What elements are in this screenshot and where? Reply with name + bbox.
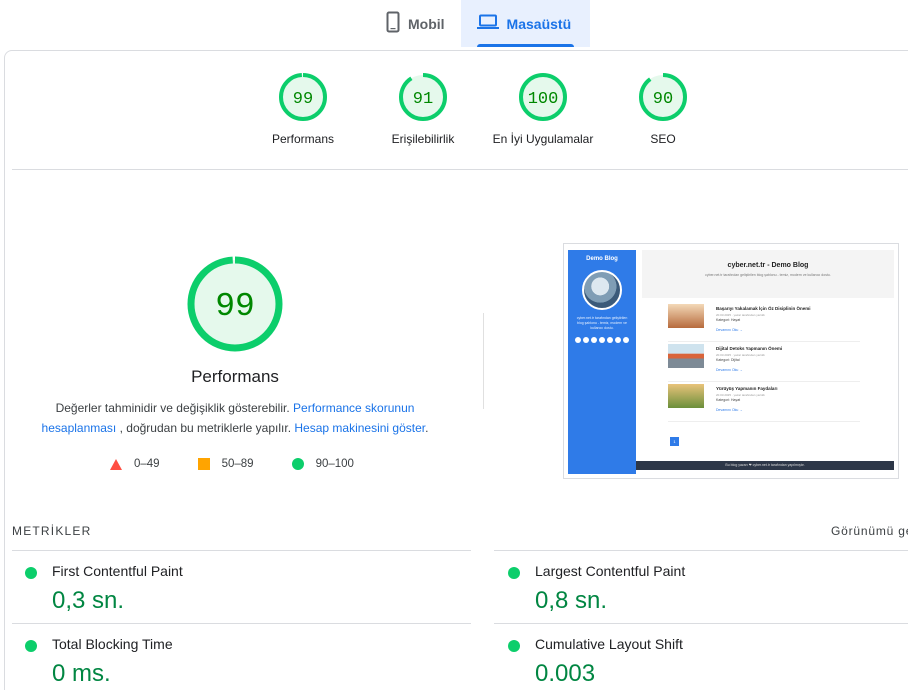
gauge-label: Performans	[271, 132, 335, 146]
gauge-seo[interactable]: 90 SEO	[598, 72, 728, 146]
post-meta: 20.03.2025 · yazar tarafından yazıldı	[716, 353, 765, 357]
metric-divider	[494, 550, 908, 551]
metric-name: Cumulative Layout Shift	[535, 636, 683, 652]
metric-name: First Contentful Paint	[52, 563, 183, 579]
gauge-ring: 90	[639, 73, 687, 121]
circle-icon	[291, 458, 304, 470]
screenshot-sidebar-desc: cyber.net.tr tarafından geliştirilen blo…	[576, 316, 628, 330]
final-screenshot[interactable]: Demo Blog cyber.net.tr tarafından gelişt…	[563, 243, 899, 479]
social-icons	[568, 337, 636, 343]
metric-divider	[12, 550, 471, 551]
pass-circle-icon	[508, 567, 520, 579]
post-category: Kategori: Hayat	[716, 318, 741, 322]
post-category: Kategori: Dijital	[716, 358, 740, 362]
gauge-label: SEO	[650, 132, 676, 146]
section-divider	[12, 169, 908, 170]
pass-circle-icon	[25, 567, 37, 579]
score-gauges: 99 Performans 91 Erişilebilirlik 100 En …	[0, 72, 908, 162]
metric-name: Total Blocking Time	[52, 636, 173, 652]
desc-text: .	[425, 421, 429, 435]
gauge-ring: 99	[187, 256, 283, 352]
performance-description: Değerler tahminidir ve değişiklik göster…	[30, 398, 440, 438]
laptop-icon	[476, 14, 499, 33]
gauge-label: En İyi Uygulamalar	[492, 132, 594, 146]
post-thumbnail	[668, 384, 704, 408]
legend-label: 90–100	[315, 458, 354, 470]
legend-item-pass: 90–100	[291, 458, 354, 470]
tab-mobile-label: Mobil	[408, 15, 445, 32]
metric-value: 0,8 sn.	[535, 587, 608, 614]
post-title: Dijital Detoks Yapmanın Önemi	[716, 346, 783, 351]
pass-circle-icon	[25, 640, 37, 652]
tab-desktop-label: Masaüstü	[506, 15, 572, 32]
legend-label: 50–89	[221, 458, 254, 470]
metrics-heading: METRİKLER	[12, 524, 92, 538]
gauge-ring: 91	[399, 73, 447, 121]
post-meta: 20.03.2025 · yazar tarafından yazıldı	[716, 393, 765, 397]
post-read-more: Devamını Oku →	[716, 328, 743, 332]
screenshot-post: Dijital Detoks Yapmanın Önemi 20.03.2025…	[668, 344, 860, 382]
legend-label: 0–49	[134, 458, 160, 470]
post-read-more: Devamını Oku →	[716, 368, 743, 372]
desc-text: Değerler tahminidir ve değişiklik göster…	[55, 401, 290, 415]
metric-name: Largest Contentful Paint	[535, 563, 686, 579]
desc-text: , doğrudan bu metriklerle yapılır.	[119, 421, 292, 435]
metric-value: 0,3 sn.	[52, 587, 125, 614]
tab-mobile[interactable]: Mobil	[370, 0, 461, 47]
screenshot-header-subtitle: cyber.net.tr tarafından geliştirilen blo…	[705, 273, 831, 277]
legend-item-average: 50–89	[197, 458, 254, 470]
gauge-ring: 99	[279, 73, 327, 121]
gauge-best-practices[interactable]: 100 En İyi Uygulamalar	[478, 72, 608, 146]
triangle-icon	[110, 458, 122, 470]
gauge-accessibility[interactable]: 91 Erişilebilirlik	[358, 72, 488, 146]
gauge-value: 90	[653, 90, 673, 109]
avatar	[582, 270, 622, 310]
post-category: Kategori: Hayat	[716, 398, 741, 402]
gauge-performance[interactable]: 99 Performans	[238, 72, 368, 146]
screenshot-sidebar-title: Demo Blog	[586, 256, 618, 262]
gauge-value: 91	[413, 90, 433, 109]
gauge-ring: 100	[519, 73, 567, 121]
legend-item-fail: 0–49	[110, 458, 160, 470]
post-title: Yürüyüş Yapmanın Faydaları	[716, 386, 778, 391]
metric-value: 0 ms.	[52, 660, 111, 687]
post-read-more: Devamını Oku →	[716, 408, 743, 412]
calculator-link[interactable]: Hesap makinesini göster	[294, 421, 425, 435]
expand-view-toggle[interactable]: Görünümü ge	[831, 524, 908, 538]
vertical-divider	[483, 313, 484, 409]
square-icon	[197, 458, 210, 470]
screenshot-header-title: cyber.net.tr - Demo Blog	[727, 262, 809, 269]
screenshot-post: Başarıyı Yakalamak İçin Öz Disiplinin Ön…	[668, 304, 860, 342]
gauge-value: 99	[215, 288, 255, 325]
performance-title: Performans	[191, 367, 279, 386]
screenshot-footer: Bu blog yazarı ❤ cyber.net.tr tarafından…	[636, 461, 894, 470]
metric-value: 0.003	[535, 660, 596, 687]
gauge-value: 99	[293, 90, 313, 109]
post-thumbnail	[668, 344, 704, 368]
post-thumbnail	[668, 304, 704, 328]
smartphone-icon	[386, 11, 400, 36]
score-legend: 0–49 50–89 90–100	[110, 458, 392, 470]
device-tabs: Mobil Masaüstü	[370, 0, 590, 47]
screenshot-header: cyber.net.tr - Demo Blog cyber.net.tr ta…	[642, 250, 894, 298]
performance-gauge-large: 99	[186, 255, 284, 358]
gauge-label: Erişilebilirlik	[391, 132, 455, 146]
metric-divider	[494, 623, 908, 624]
post-title: Başarıyı Yakalamak İçin Öz Disiplinin Ön…	[716, 306, 811, 311]
pagination-button: 1	[670, 437, 679, 446]
screenshot-post: Yürüyüş Yapmanın Faydaları 20.03.2025 · …	[668, 384, 860, 422]
gauge-value: 100	[528, 90, 559, 109]
pass-circle-icon	[508, 640, 520, 652]
screenshot-sidebar: Demo Blog cyber.net.tr tarafından gelişt…	[568, 250, 636, 474]
metric-divider	[12, 623, 471, 624]
post-meta: 20.03.2025 · yazar tarafından yazıldı	[716, 313, 765, 317]
tab-desktop[interactable]: Masaüstü	[460, 0, 590, 47]
